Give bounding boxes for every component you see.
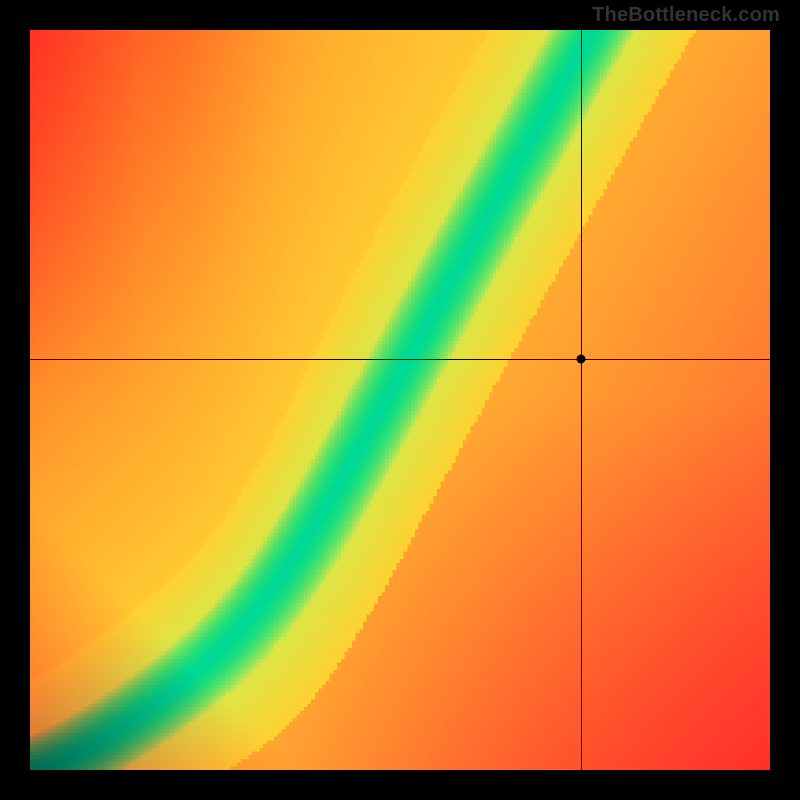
plot-area [30,30,770,770]
heatmap-canvas [30,30,770,770]
watermark-text: TheBottleneck.com [592,4,780,27]
crosshair-horizontal [30,359,770,360]
chart-frame: TheBottleneck.com [0,0,800,800]
crosshair-point [577,355,586,364]
crosshair-vertical [581,30,582,770]
